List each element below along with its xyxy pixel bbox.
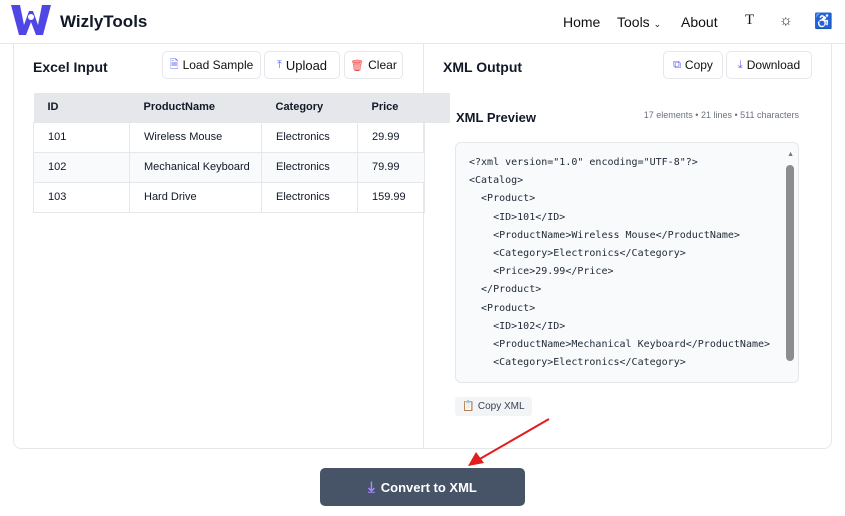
excel-table: ID ProductName Category Price 101 Wireles… bbox=[33, 93, 425, 213]
download-icon: ⤓ bbox=[368, 478, 375, 496]
accessibility-icon[interactable]: ♿ bbox=[814, 12, 833, 30]
nav-about[interactable]: About bbox=[681, 14, 718, 30]
text-size-icon[interactable]: T bbox=[745, 12, 754, 29]
table-cell[interactable]: Electronics bbox=[261, 151, 358, 183]
convert-to-xml-button[interactable]: ⤓ Convert to XML bbox=[320, 468, 525, 506]
table-cell[interactable]: Hard Drive bbox=[129, 181, 262, 213]
table-cell[interactable]: 159.99 bbox=[357, 181, 425, 213]
table-cell[interactable]: Mechanical Keyboard bbox=[129, 151, 262, 183]
copy-xml-label: Copy XML bbox=[477, 401, 525, 412]
table-row: 103 Hard Drive Electronics 159.99 bbox=[33, 181, 425, 213]
table-overflow bbox=[425, 93, 450, 123]
table-cell[interactable]: Wireless Mouse bbox=[129, 121, 262, 153]
table-cell[interactable]: 29.99 bbox=[357, 121, 425, 153]
table-row: 101 Wireless Mouse Electronics 29.99 bbox=[33, 121, 425, 153]
table-cell[interactable]: 79.99 bbox=[357, 151, 425, 183]
file-icon: 🗎 bbox=[169, 58, 179, 71]
clear-label: Clear bbox=[368, 58, 397, 72]
clipboard-icon: 📋 bbox=[462, 401, 475, 412]
copy-icon: ⧉ bbox=[673, 58, 681, 71]
table-cell[interactable]: Electronics bbox=[261, 181, 358, 213]
scroll-up-icon[interactable]: ▲ bbox=[787, 151, 794, 158]
column-header[interactable]: Category bbox=[261, 93, 358, 122]
sun-icon[interactable]: ☼ bbox=[779, 12, 793, 29]
copy-label: Copy bbox=[684, 58, 713, 72]
copy-button[interactable]: ⧉ Copy bbox=[663, 51, 723, 79]
xml-output-title: XML Output bbox=[443, 59, 523, 75]
download-label: Download bbox=[746, 58, 801, 72]
load-sample-button[interactable]: 🗎 Load Sample bbox=[162, 51, 261, 79]
xml-stats: 17 elements • 21 lines • 511 characters bbox=[643, 110, 799, 120]
scrollbar[interactable] bbox=[786, 165, 794, 361]
xml-preview[interactable]: <?xml version="1.0" encoding="UTF-8"?> <… bbox=[455, 142, 799, 383]
copy-xml-button[interactable]: 📋 Copy XML bbox=[455, 397, 532, 416]
xml-preview-title: XML Preview bbox=[456, 110, 536, 125]
load-sample-label: Load Sample bbox=[182, 58, 254, 72]
excel-input-title: Excel Input bbox=[33, 59, 108, 75]
table-row: 102 Mechanical Keyboard Electronics 79.99 bbox=[33, 151, 425, 183]
table-cell[interactable]: Electronics bbox=[261, 121, 358, 153]
upload-icon: ⤒ bbox=[276, 58, 282, 71]
download-icon: ⤓ bbox=[737, 58, 743, 71]
table-cell[interactable]: 103 bbox=[33, 181, 130, 213]
nav-tools-label: Tools bbox=[617, 14, 650, 30]
wizlytools-logo[interactable] bbox=[9, 3, 53, 37]
upload-label: Upload bbox=[285, 57, 328, 73]
column-header[interactable]: ProductName bbox=[129, 93, 262, 122]
xml-code[interactable]: <?xml version="1.0" encoding="UTF-8"?> <… bbox=[456, 143, 798, 372]
header: WizlyTools Home Tools ⌄ About T ☼ ♿ bbox=[0, 0, 845, 44]
chevron-down-icon: ⌄ bbox=[653, 19, 662, 29]
nav-tools[interactable]: Tools ⌄ bbox=[617, 14, 661, 30]
download-button[interactable]: ⤓ Download bbox=[726, 51, 812, 79]
upload-button[interactable]: ⤒ Upload bbox=[264, 51, 340, 79]
clear-button[interactable]: 🗑 Clear bbox=[344, 51, 403, 79]
column-header[interactable]: ID bbox=[33, 93, 130, 122]
column-header[interactable]: Price bbox=[357, 93, 425, 122]
brand-name[interactable]: WizlyTools bbox=[60, 12, 147, 32]
trash-icon: 🗑 bbox=[350, 59, 365, 72]
convert-label: Convert to XML bbox=[380, 479, 477, 495]
table-cell[interactable]: 101 bbox=[33, 121, 130, 153]
table-cell[interactable]: 102 bbox=[33, 151, 130, 183]
nav-home[interactable]: Home bbox=[563, 14, 600, 30]
